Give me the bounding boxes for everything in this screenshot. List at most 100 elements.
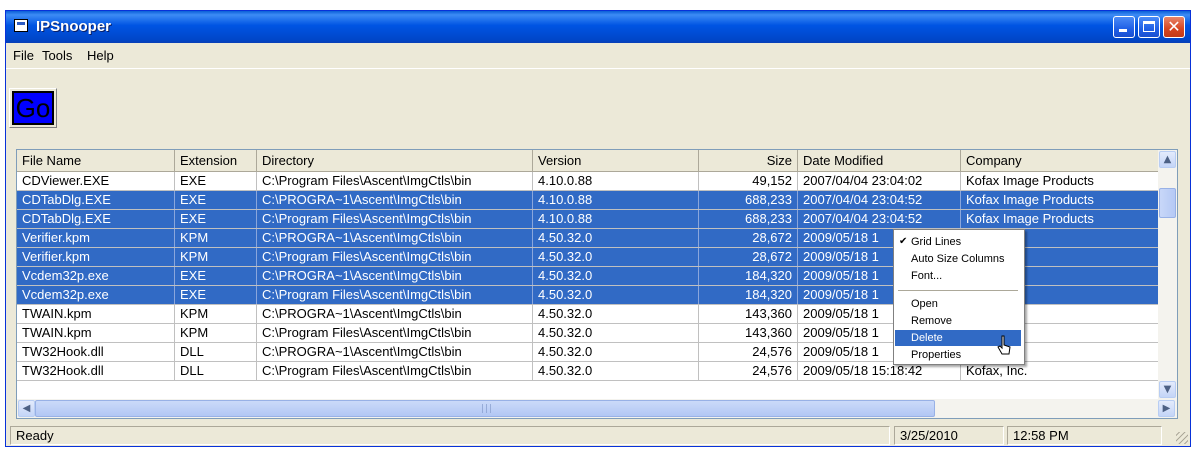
cell-company: Kofax Image Products [961,191,1159,209]
cell-date-modified: 2007/04/04 23:04:02 [798,172,961,190]
cell-date-modified: 2007/04/04 23:04:52 [798,191,961,209]
cell-directory: C:\Program Files\Ascent\ImgCtls\bin [257,210,533,228]
cell-file-name: Verifier.kpm [17,229,175,247]
toolbar: Go [6,68,1190,141]
cell-version: 4.50.32.0 [533,248,699,266]
scroll-up-icon[interactable]: ▲ [1159,151,1176,168]
column-header-company[interactable]: Company [961,150,1159,172]
column-header-file-name[interactable]: File Name [17,150,175,172]
context-menu-item-open[interactable]: Open [895,296,1021,312]
horizontal-scroll-thumb[interactable]: ||| [35,400,935,417]
cell-directory: C:\PROGRA~1\Ascent\ImgCtls\bin [257,305,533,323]
resize-grip-icon[interactable] [1176,432,1188,444]
cell-size: 184,320 [699,267,798,285]
cell-version: 4.50.32.0 [533,229,699,247]
cell-date-modified: 2007/04/04 23:04:52 [798,210,961,228]
window-title: IPSnooper [36,18,112,35]
cell-extension: EXE [175,210,257,228]
cell-version: 4.50.32.0 [533,286,699,304]
status-text: Ready [10,426,890,445]
vertical-scroll-thumb[interactable] [1159,188,1176,218]
context-menu-item-label: Delete [911,332,943,344]
cell-file-name: TW32Hook.dll [17,362,175,380]
cell-size: 688,233 [699,210,798,228]
cell-version: 4.10.0.88 [533,210,699,228]
cell-file-name: TWAIN.kpm [17,324,175,342]
cell-version: 4.10.0.88 [533,172,699,190]
cell-size: 143,360 [699,305,798,323]
cell-company: Kofax Image Products [961,172,1159,190]
context-menu-item-label: Auto Size Columns [911,253,1005,265]
cell-version: 4.50.32.0 [533,305,699,323]
context-menu-item-label: Font... [911,270,943,282]
context-menu-item-grid-lines[interactable]: ✔ Grid Lines [895,234,1021,250]
cell-file-name: TW32Hook.dll [17,343,175,361]
cell-extension: DLL [175,362,257,380]
cell-extension: EXE [175,172,257,190]
context-menu-item-auto-size-columns[interactable]: Auto Size Columns [895,251,1021,267]
column-header-version[interactable]: Version [533,150,699,172]
close-button[interactable]: ✕ [1163,16,1185,38]
context-menu-item-label: Properties [911,349,962,361]
cell-extension: KPM [175,248,257,266]
close-icon: ✕ [1167,17,1181,36]
cell-directory: C:\Program Files\Ascent\ImgCtls\bin [257,362,533,380]
table-row[interactable]: CDTabDlg.EXE EXE C:\Program Files\Ascent\I… [17,210,1159,229]
cell-file-name: Vcdem32p.exe [17,286,175,304]
cell-extension: KPM [175,305,257,323]
thumb-grip-icon: ||| [481,404,494,414]
cell-size: 28,672 [699,248,798,266]
column-header-extension[interactable]: Extension [175,150,257,172]
cell-company: Kofax Image Products [961,210,1159,228]
cell-extension: KPM [175,324,257,342]
menu-file[interactable]: File [13,48,34,63]
mouse-cursor-icon [997,335,1011,355]
scroll-right-icon[interactable]: ▶ [1158,400,1175,417]
cell-size: 184,320 [699,286,798,304]
maximize-icon [1143,21,1155,32]
cell-size: 143,360 [699,324,798,342]
cell-file-name: TWAIN.kpm [17,305,175,323]
menu-help[interactable]: Help [87,48,114,63]
status-bar: Ready 3/25/2010 12:58 PM [6,424,1190,446]
column-header-date-modified[interactable]: Date Modified [798,150,961,172]
context-menu-item-label: Open [911,298,938,310]
cell-version: 4.50.32.0 [533,324,699,342]
cell-version: 4.50.32.0 [533,362,699,380]
cell-file-name: Vcdem32p.exe [17,267,175,285]
context-menu-item-font[interactable]: Font... [895,268,1021,284]
cell-directory: C:\PROGRA~1\Ascent\ImgCtls\bin [257,191,533,209]
cell-extension: EXE [175,191,257,209]
cell-directory: C:\PROGRA~1\Ascent\ImgCtls\bin [257,267,533,285]
column-header-size[interactable]: Size [699,150,798,172]
context-menu-item-remove[interactable]: Remove [895,313,1021,329]
go-button[interactable]: Go [12,91,54,125]
cell-version: 4.10.0.88 [533,191,699,209]
menu-tools[interactable]: Tools [42,48,72,63]
cell-size: 24,576 [699,343,798,361]
cell-version: 4.50.32.0 [533,267,699,285]
cell-size: 28,672 [699,229,798,247]
status-date: 3/25/2010 [894,426,1004,445]
horizontal-scrollbar[interactable]: ◀ ||| ▶ [17,399,1177,418]
column-header-directory[interactable]: Directory [257,150,533,172]
minimize-button[interactable] [1113,16,1135,38]
menu-bar: File Tools Help [6,44,1190,68]
table-row[interactable]: CDViewer.EXE EXE C:\Program Files\Ascent\I… [17,172,1159,191]
menu-separator [898,290,1018,291]
cell-version: 4.50.32.0 [533,343,699,361]
cell-extension: EXE [175,267,257,285]
cell-directory: C:\PROGRA~1\Ascent\ImgCtls\bin [257,343,533,361]
vertical-scrollbar[interactable]: ▲ ▼ [1158,150,1177,400]
cell-directory: C:\Program Files\Ascent\ImgCtls\bin [257,172,533,190]
cell-extension: KPM [175,229,257,247]
table-row[interactable]: CDTabDlg.EXE EXE C:\PROGRA~1\Ascent\ImgCtl… [17,191,1159,210]
minimize-icon [1119,29,1127,32]
title-bar[interactable]: IPSnooper ✕ [6,11,1190,43]
cell-directory: C:\Program Files\Ascent\ImgCtls\bin [257,248,533,266]
maximize-button[interactable] [1138,16,1160,38]
app-icon [14,19,28,32]
cell-file-name: CDViewer.EXE [17,172,175,190]
scroll-down-icon[interactable]: ▼ [1159,381,1176,398]
scroll-left-icon[interactable]: ◀ [18,400,35,417]
